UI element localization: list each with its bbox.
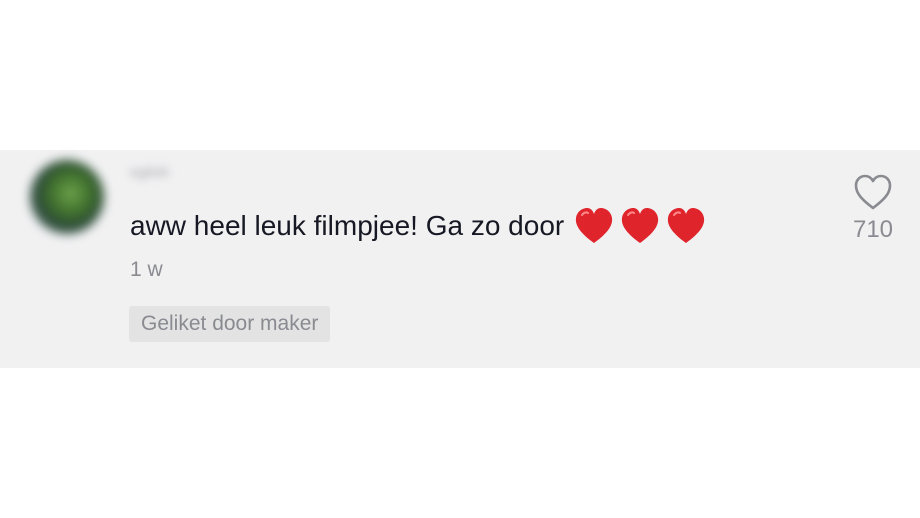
page: eglish aww heel leuk filmpjee! Ga zo doo… [0,0,920,518]
comment-item: eglish aww heel leuk filmpjee! Ga zo doo… [0,150,920,368]
emoji-group [574,207,706,245]
comment-text-row: aww heel leuk filmpjee! Ga zo door [130,207,706,247]
red-heart-emoji-icon [622,207,659,243]
red-heart-emoji-icon [668,207,705,243]
liked-by-creator-badge: Geliket door maker [129,306,331,342]
comment-text: aww heel leuk filmpjee! Ga zo door [130,210,565,241]
like-count: 710 [852,216,894,243]
like-button[interactable]: 710 [842,172,904,244]
heart-outline-icon[interactable] [852,172,894,212]
comment-username[interactable]: eglish [130,164,225,180]
red-heart-emoji-icon [576,207,613,243]
avatar[interactable] [30,160,104,234]
comment-timestamp: 1 w [130,258,163,281]
